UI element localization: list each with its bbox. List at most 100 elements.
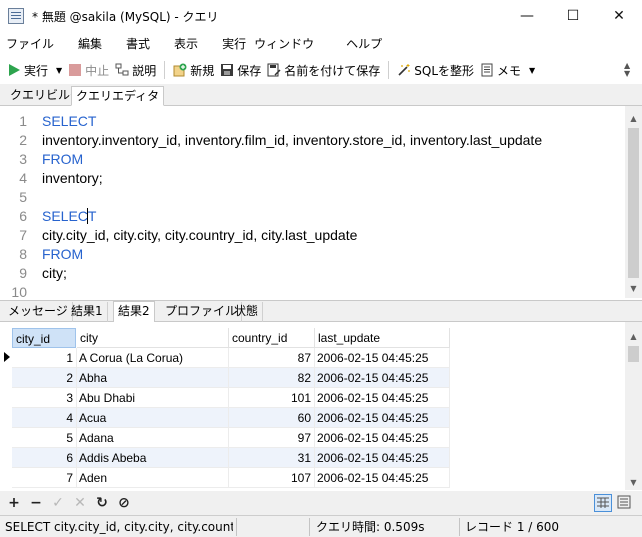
cell-last-update[interactable]: 2006-02-15 04:45:25	[315, 448, 450, 468]
menu-run[interactable]: 実行	[206, 32, 254, 56]
editor-scrollbar[interactable]: ▲ ▼	[625, 106, 642, 298]
grid-scrollbar[interactable]: ▲ ▼	[625, 322, 642, 490]
tab-status[interactable]: 状態	[230, 302, 264, 322]
column-header-city[interactable]: city	[77, 328, 229, 348]
cell-city[interactable]: Addis Abeba	[77, 448, 229, 468]
cell-last-update[interactable]: 2006-02-15 04:45:25	[315, 428, 450, 448]
memo-button[interactable]: メモ ▼	[477, 58, 538, 82]
cell-country-id[interactable]: 107	[229, 468, 315, 488]
table-row[interactable]: 1 A Corua (La Corua) 87 2006-02-15 04:45…	[12, 348, 450, 368]
sql-editor[interactable]: 1 2 3 4 5 6 7 8 9 10 SELECT inventory.in…	[0, 106, 642, 300]
minimize-button[interactable]: —	[504, 0, 550, 32]
cell-city-id[interactable]: 5	[12, 428, 77, 448]
grid-view-icon[interactable]	[594, 494, 612, 512]
cell-city-id[interactable]: 4	[12, 408, 77, 428]
grid-scroll-thumb[interactable]	[628, 346, 639, 362]
cell-country-id[interactable]: 60	[229, 408, 315, 428]
apply-changes-button[interactable]: ✓	[47, 492, 69, 514]
menu-bar: ファイル 編集 書式 表示 実行 ウィンドウ ヘルプ	[0, 32, 642, 56]
format-sql-button[interactable]: SQLを整形	[394, 58, 477, 82]
line-number: 6	[19, 208, 27, 224]
cell-country-id[interactable]: 97	[229, 428, 315, 448]
tab-result1[interactable]: 結果1	[67, 302, 108, 322]
table-row[interactable]: 3 Abu Dhabi 101 2006-02-15 04:45:25	[12, 388, 450, 408]
cell-city[interactable]: Abu Dhabi	[77, 388, 229, 408]
menu-help[interactable]: ヘルプ	[322, 32, 390, 56]
refresh-button[interactable]: ↻	[91, 492, 113, 514]
scroll-up-icon[interactable]: ▲	[625, 114, 642, 123]
column-header-last-update[interactable]: last_update	[315, 328, 450, 348]
cell-last-update[interactable]: 2006-02-15 04:45:25	[315, 408, 450, 428]
table-row[interactable]: 4 Acua 60 2006-02-15 04:45:25	[12, 408, 450, 428]
scroll-down-icon[interactable]: ▼	[625, 478, 642, 487]
tab-result2[interactable]: 結果2	[113, 301, 155, 323]
cell-last-update[interactable]: 2006-02-15 04:45:25	[315, 388, 450, 408]
window-title: * 無題 @sakila (MySQL) - クエリ	[32, 9, 219, 24]
table-row[interactable]: 7 Aden 107 2006-02-15 04:45:25	[12, 468, 450, 488]
scroll-down-icon[interactable]: ▼	[625, 284, 642, 293]
cell-country-id[interactable]: 101	[229, 388, 315, 408]
delete-record-button[interactable]: −	[25, 492, 47, 514]
menu-edit[interactable]: 編集	[62, 32, 110, 56]
cell-city[interactable]: Adana	[77, 428, 229, 448]
line-number: 3	[19, 151, 27, 167]
maximize-button[interactable]: ☐	[550, 0, 596, 32]
cell-country-id[interactable]: 31	[229, 448, 315, 468]
menu-file[interactable]: ファイル	[0, 32, 62, 56]
table-row[interactable]: 5 Adana 97 2006-02-15 04:45:25	[12, 428, 450, 448]
cell-country-id[interactable]: 82	[229, 368, 315, 388]
cell-city[interactable]: Acua	[77, 408, 229, 428]
cell-country-id[interactable]: 87	[229, 348, 315, 368]
play-icon	[7, 63, 21, 77]
cell-city-id[interactable]: 7	[12, 468, 77, 488]
code-line: inventory.inventory_id, inventory.film_i…	[42, 132, 543, 148]
chevron-down-icon[interactable]: ▼	[529, 66, 535, 75]
new-button[interactable]: 新規	[170, 58, 217, 82]
form-view-icon[interactable]	[616, 494, 634, 512]
menu-window[interactable]: ウィンドウ	[254, 32, 322, 56]
cell-city-id[interactable]: 6	[12, 448, 77, 468]
cell-last-update[interactable]: 2006-02-15 04:45:25	[315, 468, 450, 488]
result-grid[interactable]: city_id city country_id last_update 1 A …	[0, 322, 642, 490]
stop-loading-button[interactable]: ⊘	[113, 492, 135, 514]
chevron-down-icon[interactable]: ▼	[56, 66, 62, 75]
menu-format[interactable]: 書式	[110, 32, 158, 56]
memo-icon	[480, 63, 494, 77]
cell-city-id[interactable]: 3	[12, 388, 77, 408]
cell-last-update[interactable]: 2006-02-15 04:45:25	[315, 368, 450, 388]
save-as-label: 名前を付けて保存	[284, 63, 381, 78]
status-divider	[309, 518, 310, 536]
cell-city[interactable]: Aden	[77, 468, 229, 488]
editor-scroll-thumb[interactable]	[628, 128, 639, 278]
save-button[interactable]: 保存	[217, 58, 264, 82]
tab-messages[interactable]: メッセージ	[4, 302, 73, 322]
close-button[interactable]: ✕	[596, 0, 642, 32]
editor-tabs: クエリビルダ クエリエディタ	[0, 84, 642, 106]
column-header-country-id[interactable]: country_id	[229, 328, 315, 348]
stop-icon	[68, 63, 82, 77]
status-bar: SELECT city.city_id, city.city, city.cou…	[0, 515, 642, 537]
add-record-button[interactable]: +	[3, 492, 25, 514]
result-tabs: メッセージ 結果1 結果2 プロファイル 状態	[0, 300, 642, 323]
cell-city-id[interactable]: 1	[12, 348, 77, 368]
scroll-up-icon[interactable]: ▲	[625, 332, 642, 341]
explain-button[interactable]: 説明	[112, 58, 159, 82]
format-sql-label: SQLを整形	[414, 63, 474, 78]
table-row[interactable]: 6 Addis Abeba 31 2006-02-15 04:45:25	[12, 448, 450, 468]
discard-changes-button[interactable]: ✕	[69, 492, 91, 514]
menu-view[interactable]: 表示	[158, 32, 206, 56]
toolbar-overflow-icon[interactable]: ▲ ▼	[624, 62, 630, 78]
cell-last-update[interactable]: 2006-02-15 04:45:25	[315, 348, 450, 368]
table-row[interactable]: 2 Abha 82 2006-02-15 04:45:25	[12, 368, 450, 388]
run-button[interactable]: 実行 ▼	[4, 58, 65, 82]
column-header-city-id[interactable]: city_id	[12, 328, 76, 348]
line-number: 10	[11, 284, 27, 300]
current-row-indicator-icon	[4, 352, 10, 362]
cell-city[interactable]: A Corua (La Corua)	[77, 348, 229, 368]
save-as-button[interactable]: 名前を付けて保存	[264, 58, 383, 82]
stop-button[interactable]: 中止	[65, 58, 112, 82]
line-number: 1	[19, 113, 27, 129]
cell-city[interactable]: Abha	[77, 368, 229, 388]
cell-city-id[interactable]: 2	[12, 368, 77, 388]
tab-query-editor[interactable]: クエリエディタ	[71, 86, 165, 106]
